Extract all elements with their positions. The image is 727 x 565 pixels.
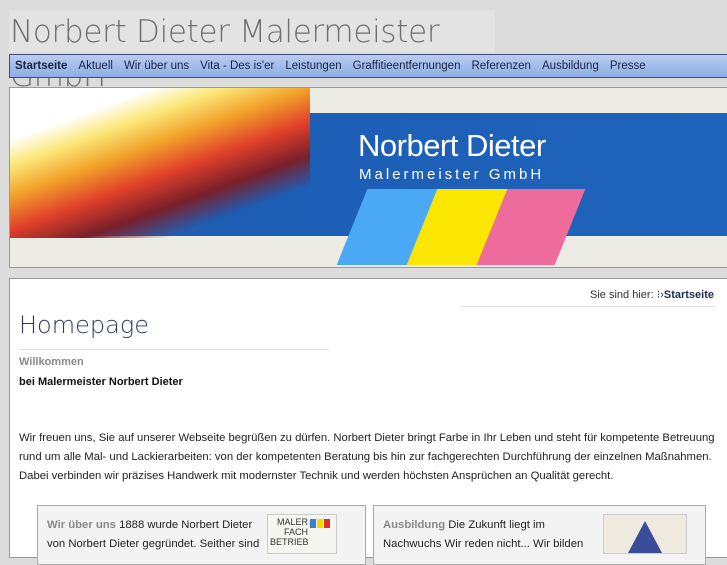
divider xyxy=(19,349,329,350)
breadcrumb: Sie sind hier: ⁝›Startseite xyxy=(590,288,714,301)
nav-graffitieentfernungen[interactable]: Graffitieentfernungen xyxy=(353,60,461,72)
breadcrumb-label: Sie sind hier: xyxy=(590,289,654,301)
breadcrumb-current[interactable]: Startseite xyxy=(664,289,714,301)
teaser-label[interactable]: Wir über uns xyxy=(47,519,116,531)
teaser-label[interactable]: Ausbildung xyxy=(383,519,445,531)
intro-text: Wir freuen uns, Sie auf unserer Webseite… xyxy=(19,432,715,482)
nav-ausbildung[interactable]: Ausbildung xyxy=(542,60,599,72)
header-banner: Norbert Dieter Malermeister GmbH xyxy=(9,87,727,268)
nav-leistungen[interactable]: Leistungen xyxy=(285,60,341,72)
divider xyxy=(460,306,716,307)
main-content: Sie sind hier: ⁝›Startseite Homepage Wil… xyxy=(9,278,727,565)
page-title: Homepage xyxy=(19,311,149,339)
nav-presse[interactable]: Presse xyxy=(610,60,646,72)
welcome-label: Willkommen xyxy=(19,356,84,368)
teaser-wir-ueber-uns[interactable]: Wir über uns 1888 wurde Norbert Dieter v… xyxy=(37,505,366,565)
breadcrumb-arrow-icon: ⁝› xyxy=(656,289,664,301)
ausbildung-image xyxy=(603,514,687,554)
maler-fachbetrieb-logo: MALER FACH BETRIEB xyxy=(267,514,337,554)
teaser-ausbildung[interactable]: Ausbildung Die Zukunft liegt im Nachwuch… xyxy=(373,505,706,565)
nav-aktuell[interactable]: Aktuell xyxy=(78,60,113,72)
nav-startseite[interactable]: Startseite xyxy=(15,60,67,72)
main-nav: Startseite Aktuell Wir über uns Vita - D… xyxy=(9,54,727,78)
banner-name: Norbert Dieter xyxy=(358,128,546,163)
nav-wir-ueber-uns[interactable]: Wir über uns xyxy=(124,60,189,72)
subheading: bei Malermeister Norbert Dieter xyxy=(19,376,183,388)
banner-subtitle: Malermeister GmbH xyxy=(359,166,545,183)
nav-vita[interactable]: Vita - Des is'er xyxy=(200,60,274,72)
nav-referenzen[interactable]: Referenzen xyxy=(471,60,530,72)
site-title: Norbert Dieter Malermeister GmbH xyxy=(9,10,495,94)
color-streaks-image xyxy=(10,88,310,238)
